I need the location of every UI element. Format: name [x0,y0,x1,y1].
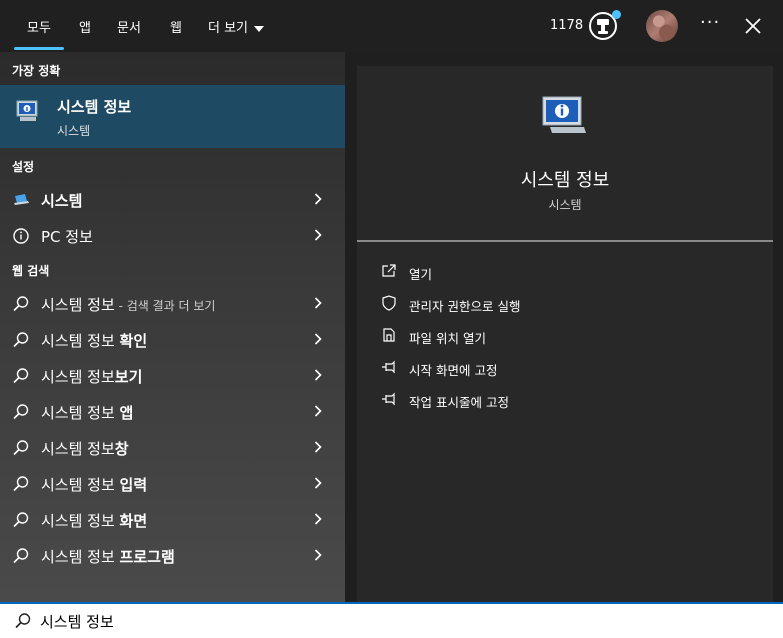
results-list: 가장 정확 시스템 정보 시스템 설정 시스템 PC 정보 웹 검색 시스템 정… [0,52,345,602]
web-result-item[interactable]: 시스템 정보 화면 [0,502,345,536]
web-result-item[interactable]: 시스템 정보보기 [0,358,345,392]
action-run-as-admin[interactable]: 관리자 권한으로 실행 [377,292,757,316]
action-label: 열기 [409,267,433,282]
rewards-points[interactable]: 1178 [550,18,583,33]
search-icon [13,368,29,384]
web-result-item[interactable]: 시스템 정보 앱 [0,394,345,428]
tab-active-indicator [14,47,64,50]
system-info-icon [542,96,586,133]
action-label: 파일 위치 열기 [409,331,486,346]
file-location-icon [383,328,395,342]
search-input[interactable] [40,607,740,635]
chevron-right-icon [314,441,322,453]
web-result-bold: 프로그램 [119,548,175,566]
web-result-item[interactable]: 시스템 정보 확인 [0,322,345,356]
top-bar: 모두 앱 문서 웹 더 보기 1178 ··· [0,0,783,52]
web-result-bold: 앱 [119,404,134,422]
more-icon[interactable]: ··· [700,12,720,33]
search-icon [13,548,29,564]
settings-item-label: 시스템 [41,192,83,210]
search-icon [13,476,29,492]
action-open-file-location[interactable]: 파일 위치 열기 [377,324,757,348]
chevron-right-icon [314,477,322,489]
chevron-right-icon [314,369,322,381]
best-match-title: 시스템 정보 [57,98,132,116]
search-bar [0,602,783,638]
web-result-bold: 창 [114,440,129,458]
divider [357,240,773,242]
tab-all[interactable]: 모두 [27,17,51,36]
action-pin-to-start[interactable]: 시작 화면에 고정 [377,356,757,380]
search-icon [13,440,29,456]
tab-documents[interactable]: 문서 [117,17,141,36]
close-icon[interactable] [742,15,764,37]
web-result-bold: 입력 [119,476,148,494]
chevron-right-icon [314,229,322,241]
action-label: 관리자 권한으로 실행 [409,299,521,314]
section-web-search: 웹 검색 [12,264,50,278]
web-result-item[interactable]: 시스템 정보 - 검색 결과 더 보기 [0,286,345,320]
settings-item-label: PC 정보 [41,228,93,246]
web-result-item[interactable]: 시스템 정보 프로그램 [0,538,345,572]
action-label: 작업 표시줄에 고정 [409,395,509,410]
section-settings: 설정 [12,160,35,174]
best-match-subtitle: 시스템 [57,124,91,138]
web-result-text: 시스템 정보 [41,548,120,566]
action-label: 시작 화면에 고정 [409,363,498,378]
tab-more[interactable]: 더 보기 [208,17,265,36]
web-result-text: 시스템 정보 [41,440,115,458]
web-result-bold: 확인 [119,332,148,350]
search-icon [13,512,29,528]
best-match-item[interactable]: 시스템 정보 시스템 [0,85,345,148]
tab-more-label: 더 보기 [208,21,249,36]
web-result-text: 시스템 정보 [41,512,120,530]
search-icon [13,296,29,312]
action-pin-to-taskbar[interactable]: 작업 표시줄에 고정 [377,388,757,412]
open-icon [382,264,396,277]
pin-icon [382,392,395,406]
system-info-icon [16,100,38,121]
preview-subtitle: 시스템 [548,198,582,212]
pin-icon [382,360,395,374]
chevron-right-icon [314,193,322,205]
tab-apps[interactable]: 앱 [79,17,91,36]
web-result-suffix: - 검색 결과 더 보기 [114,299,216,313]
chevron-right-icon [314,297,322,309]
shield-icon [382,295,396,311]
settings-item-system[interactable]: 시스템 [0,182,345,216]
action-open[interactable]: 열기 [377,260,757,284]
preview-panel: 시스템 정보 시스템 열기 관리자 권한으로 실행 파일 위치 열기 시작 화면… [357,66,773,602]
chevron-right-icon [314,549,322,561]
web-result-text: 시스템 정보 [41,332,120,350]
web-result-bold: 보기 [114,368,143,386]
laptop-icon [14,194,29,205]
chevron-down-icon [254,25,265,32]
settings-item-pc-info[interactable]: PC 정보 [0,218,345,252]
preview-title: 시스템 정보 [520,170,610,191]
web-result-item[interactable]: 시스템 정보 입력 [0,466,345,500]
web-result-text: 시스템 정보 [41,476,120,494]
search-icon [13,332,29,348]
avatar[interactable] [646,10,678,42]
web-result-text: 시스템 정보 [41,368,115,386]
chevron-right-icon [314,333,322,345]
notification-dot [612,10,621,19]
web-result-bold: 화면 [119,512,148,530]
section-best-match: 가장 정확 [12,64,61,78]
web-result-item[interactable]: 시스템 정보창 [0,430,345,464]
info-icon [13,228,29,244]
web-result-text: 시스템 정보 [41,296,115,314]
tab-web[interactable]: 웹 [170,17,182,36]
chevron-right-icon [314,513,322,525]
search-icon [13,404,29,420]
web-result-text: 시스템 정보 [41,404,120,422]
search-icon [15,613,31,629]
chevron-right-icon [314,405,322,417]
